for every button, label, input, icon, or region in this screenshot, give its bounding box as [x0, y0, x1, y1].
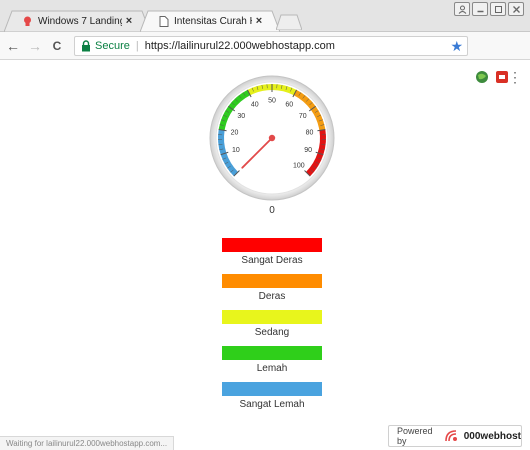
gauge-tick-label: 90	[304, 147, 312, 154]
maximize-icon[interactable]	[490, 2, 506, 16]
legend-item-sedang: Sedang	[222, 310, 322, 338]
legend-color-bar	[222, 274, 322, 288]
tab-title: Windows 7 Landing Page	[38, 15, 122, 27]
gauge-tick-label: 20	[231, 130, 239, 137]
powered-by-badge[interactable]: Powered by 000webhost	[388, 425, 522, 447]
gauge-tick-label: 80	[306, 130, 314, 137]
tab-title: Intensitas Curah Hujan	[174, 15, 252, 27]
close-window-icon[interactable]	[508, 2, 524, 16]
gauge-tick-label: 70	[299, 113, 307, 120]
status-bar: Waiting for lailinurul22.000webhostapp.c…	[0, 436, 175, 450]
legend-label: Sangat Deras	[241, 255, 303, 266]
secure-label: Secure	[95, 40, 130, 52]
gauge-tick-label: 50	[268, 98, 276, 105]
powered-by-prefix: Powered by	[397, 426, 433, 446]
title-bar: Windows 7 Landing Page × Intensitas Cura…	[0, 0, 530, 32]
gauge-tick-label: 40	[251, 102, 259, 109]
gauge-tick-label: 60	[285, 102, 293, 109]
forward-button[interactable]: →	[26, 37, 44, 55]
legend-item-sangat-deras: Sangat Deras	[222, 238, 322, 266]
reload-button[interactable]: C	[48, 37, 66, 55]
webhost-favicon-icon	[22, 16, 33, 27]
tab-close-icon[interactable]: ×	[122, 15, 136, 27]
legend-label: Lemah	[256, 363, 288, 374]
legend-item-deras: Deras	[222, 274, 322, 302]
gauge-tick-label: 10	[232, 147, 240, 154]
legend-color-bar	[222, 382, 322, 396]
rain-intensity-gauge: 10 20 30 40 50 60 70 80 90 100	[209, 75, 335, 201]
legend-label: Sangat Lemah	[239, 399, 305, 410]
address-bar[interactable]: Secure | https://lailinurul22.000webhost…	[74, 36, 468, 56]
webhost-logo-icon	[444, 429, 460, 443]
legend-color-bar	[222, 310, 322, 324]
gauge-tick-label: 100	[293, 162, 305, 169]
legend-label: Deras	[258, 291, 286, 302]
legend-item-lemah: Lemah	[222, 346, 322, 374]
bookmark-star-icon[interactable]: ★	[450, 38, 463, 55]
window-controls	[454, 2, 524, 16]
legend-item-sangat-lemah: Sangat Lemah	[222, 382, 322, 410]
gauge-value-label: 0	[269, 205, 275, 216]
user-icon[interactable]	[454, 2, 470, 16]
gauge-tick-label: 30	[237, 113, 245, 120]
legend-color-bar	[222, 346, 322, 360]
new-tab-button[interactable]	[276, 14, 302, 30]
tab-intensitas[interactable]: Intensitas Curah Hujan ×	[140, 10, 280, 32]
powered-by-brand: 000webhost	[463, 430, 521, 442]
document-icon	[158, 15, 169, 27]
tab-windows7[interactable]: Windows 7 Landing Page ×	[4, 10, 150, 32]
url-text[interactable]: https://lailinurul22.000webhostapp.com	[145, 40, 335, 52]
separator: |	[135, 40, 139, 52]
browser-menu-icon[interactable]: ⋮	[508, 70, 522, 84]
extension-globe-icon[interactable]	[474, 69, 490, 85]
gauge-pivot	[268, 134, 276, 142]
lock-icon	[81, 40, 91, 52]
tab-close-icon[interactable]: ×	[252, 15, 266, 27]
minimize-icon[interactable]	[472, 2, 488, 16]
legend-color-bar	[222, 238, 322, 252]
back-button[interactable]: ←	[4, 37, 22, 55]
browser-toolbar: ← → C Secure | https://lailinurul22.000w…	[0, 32, 530, 84]
legend-label: Sedang	[254, 327, 290, 338]
